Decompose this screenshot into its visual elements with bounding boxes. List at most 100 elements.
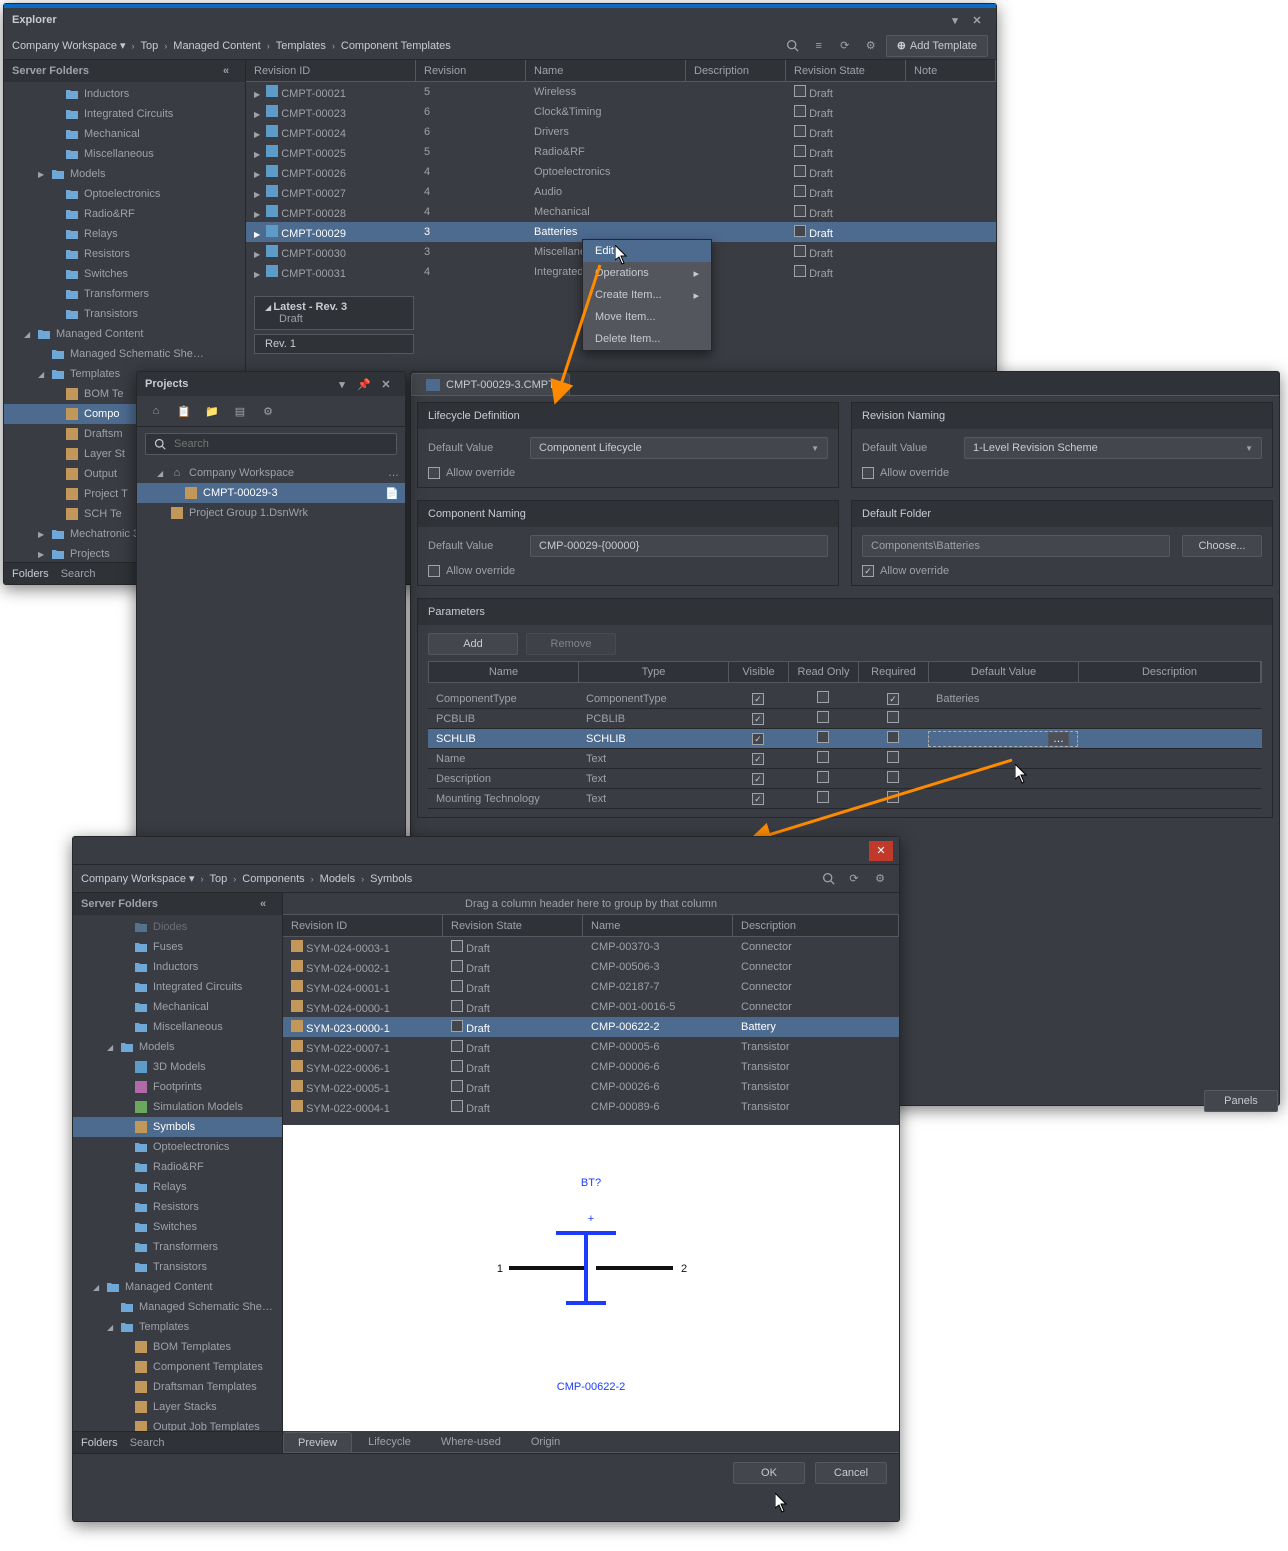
tree-item[interactable]: Output Job Templates [73, 1417, 282, 1431]
search-icon[interactable] [817, 868, 839, 890]
tab-origin[interactable]: Origin [517, 1432, 574, 1452]
tree-item[interactable]: Managed Schematic She… [4, 344, 245, 364]
readonly-check[interactable] [817, 791, 829, 803]
table-row[interactable]: ▶ CMPT-000236Clock&Timing Draft [246, 102, 996, 122]
dropdown-icon[interactable]: ▾ [944, 9, 966, 31]
state-check[interactable] [794, 125, 806, 137]
pin-icon[interactable]: 📌 [353, 373, 375, 395]
state-check[interactable] [451, 1100, 463, 1112]
state-check[interactable] [794, 85, 806, 97]
state-check[interactable] [451, 1000, 463, 1012]
tab-folders[interactable]: Folders [12, 568, 49, 580]
tree-item[interactable]: Resistors [73, 1197, 282, 1217]
tree-item[interactable]: Managed Schematic She… [73, 1297, 282, 1317]
tree-item[interactable]: ◢Models [73, 1037, 282, 1057]
visible-check[interactable] [752, 693, 764, 705]
tree-item[interactable]: Integrated Circuits [4, 104, 245, 124]
state-check[interactable] [794, 245, 806, 257]
tree-item[interactable]: Miscellaneous [4, 144, 245, 164]
readonly-check[interactable] [817, 691, 829, 703]
tree-item[interactable]: 3D Models [73, 1057, 282, 1077]
tree-item[interactable]: Miscellaneous [73, 1017, 282, 1037]
close-icon[interactable]: ✕ [966, 9, 988, 31]
ctx-delete-item[interactable]: Delete Item... [583, 328, 711, 350]
table-row[interactable]: SYM-022-0006-1 DraftCMP-00006-6Transisto… [283, 1057, 899, 1077]
visible-check[interactable] [752, 753, 764, 765]
readonly-check[interactable] [817, 771, 829, 783]
tree-item[interactable]: ▶Models [4, 164, 245, 184]
tree-item[interactable]: Mechanical [4, 124, 245, 144]
required-check[interactable] [887, 791, 899, 803]
readonly-check[interactable] [817, 751, 829, 763]
crumb[interactable]: Templates [276, 40, 326, 52]
col-header[interactable]: Description [741, 920, 796, 932]
rev1-card[interactable]: Rev. 1 [254, 334, 414, 354]
col-header[interactable]: Note [914, 65, 937, 77]
state-check[interactable] [451, 1040, 463, 1052]
visible-check[interactable] [752, 733, 764, 745]
tree-item[interactable]: Switches [73, 1217, 282, 1237]
folder-icon[interactable]: 📁 [201, 400, 223, 422]
table-row[interactable]: SYM-023-0000-1 DraftCMP-00622-2Battery [283, 1017, 899, 1037]
col-header[interactable]: Read Only [798, 666, 850, 678]
crumb[interactable]: Component Templates [341, 40, 451, 52]
projects-search-input[interactable] [172, 437, 388, 451]
state-check[interactable] [794, 165, 806, 177]
visible-check[interactable] [752, 713, 764, 725]
col-header[interactable]: Revision State [451, 920, 522, 932]
table-row[interactable]: SYM-024-0001-1 DraftCMP-02187-7Connector [283, 977, 899, 997]
table-row[interactable]: ▶ CMPT-000255Radio&RF Draft [246, 142, 996, 162]
revnaming-select[interactable]: 1-Level Revision Scheme▼ [964, 437, 1262, 459]
required-check[interactable] [887, 731, 899, 743]
latest-revision-card[interactable]: ◢ Latest - Rev. 3 Draft [254, 296, 414, 330]
compnaming-override-check[interactable]: Allow override [428, 565, 828, 577]
tree-item[interactable]: ◢Managed Content [73, 1277, 282, 1297]
tree-item[interactable]: Transformers [73, 1237, 282, 1257]
required-check[interactable] [887, 751, 899, 763]
crumb[interactable]: Components [242, 873, 304, 885]
tree-item[interactable]: Mechanical [73, 997, 282, 1017]
filter-icon[interactable]: ≡ [808, 35, 830, 57]
col-header[interactable]: Name [489, 666, 518, 678]
param-row[interactable]: Mounting TechnologyText [428, 789, 1262, 809]
readonly-check[interactable] [817, 731, 829, 743]
state-check[interactable] [794, 205, 806, 217]
crumb[interactable]: Top [210, 873, 228, 885]
tree-item[interactable]: Draftsman Templates [73, 1377, 282, 1397]
deffolder-override-check[interactable]: Allow override [862, 565, 1262, 577]
readonly-check[interactable] [817, 711, 829, 723]
crumb[interactable]: Company Workspace ▾ [81, 872, 195, 885]
collapse-icon[interactable]: « [252, 893, 274, 915]
compnaming-input[interactable] [530, 535, 828, 557]
refresh-icon[interactable]: ⟳ [834, 35, 856, 57]
param-add-button[interactable]: Add [428, 633, 518, 655]
tree-item[interactable]: BOM Templates [73, 1337, 282, 1357]
tree-item[interactable]: Radio&RF [4, 204, 245, 224]
gear-icon[interactable]: ⚙ [860, 35, 882, 57]
state-check[interactable] [451, 960, 463, 972]
stack-icon[interactable]: ▤ [229, 400, 251, 422]
tree-item[interactable]: Inductors [73, 957, 282, 977]
tree-item[interactable]: Integrated Circuits [73, 977, 282, 997]
table-row[interactable]: SYM-022-0004-1 DraftCMP-00089-6Transisto… [283, 1097, 899, 1117]
ctx-move-item[interactable]: Move Item... [583, 306, 711, 328]
required-check[interactable] [887, 693, 899, 705]
ctx-create-item[interactable]: Create Item...▸ [583, 284, 711, 306]
col-header[interactable]: Visible [742, 666, 774, 678]
revnaming-override-check[interactable]: Allow override [862, 467, 1262, 479]
param-row[interactable]: DescriptionText [428, 769, 1262, 789]
cancel-button[interactable]: Cancel [815, 1462, 887, 1484]
col-header[interactable]: Default Value [971, 666, 1036, 678]
required-check[interactable] [887, 771, 899, 783]
table-row[interactable]: SYM-022-0007-1 DraftCMP-00005-6Transisto… [283, 1037, 899, 1057]
col-header[interactable]: Name [534, 65, 563, 77]
collapse-icon[interactable]: « [215, 60, 237, 82]
col-header[interactable]: Revision ID [291, 920, 347, 932]
state-check[interactable] [794, 185, 806, 197]
panels-button[interactable]: Panels [1204, 1090, 1278, 1112]
tree-item[interactable]: Layer Stacks [73, 1397, 282, 1417]
tree-item[interactable]: Optoelectronics [4, 184, 245, 204]
tree-item[interactable]: Optoelectronics [73, 1137, 282, 1157]
visible-check[interactable] [752, 793, 764, 805]
state-check[interactable] [451, 980, 463, 992]
